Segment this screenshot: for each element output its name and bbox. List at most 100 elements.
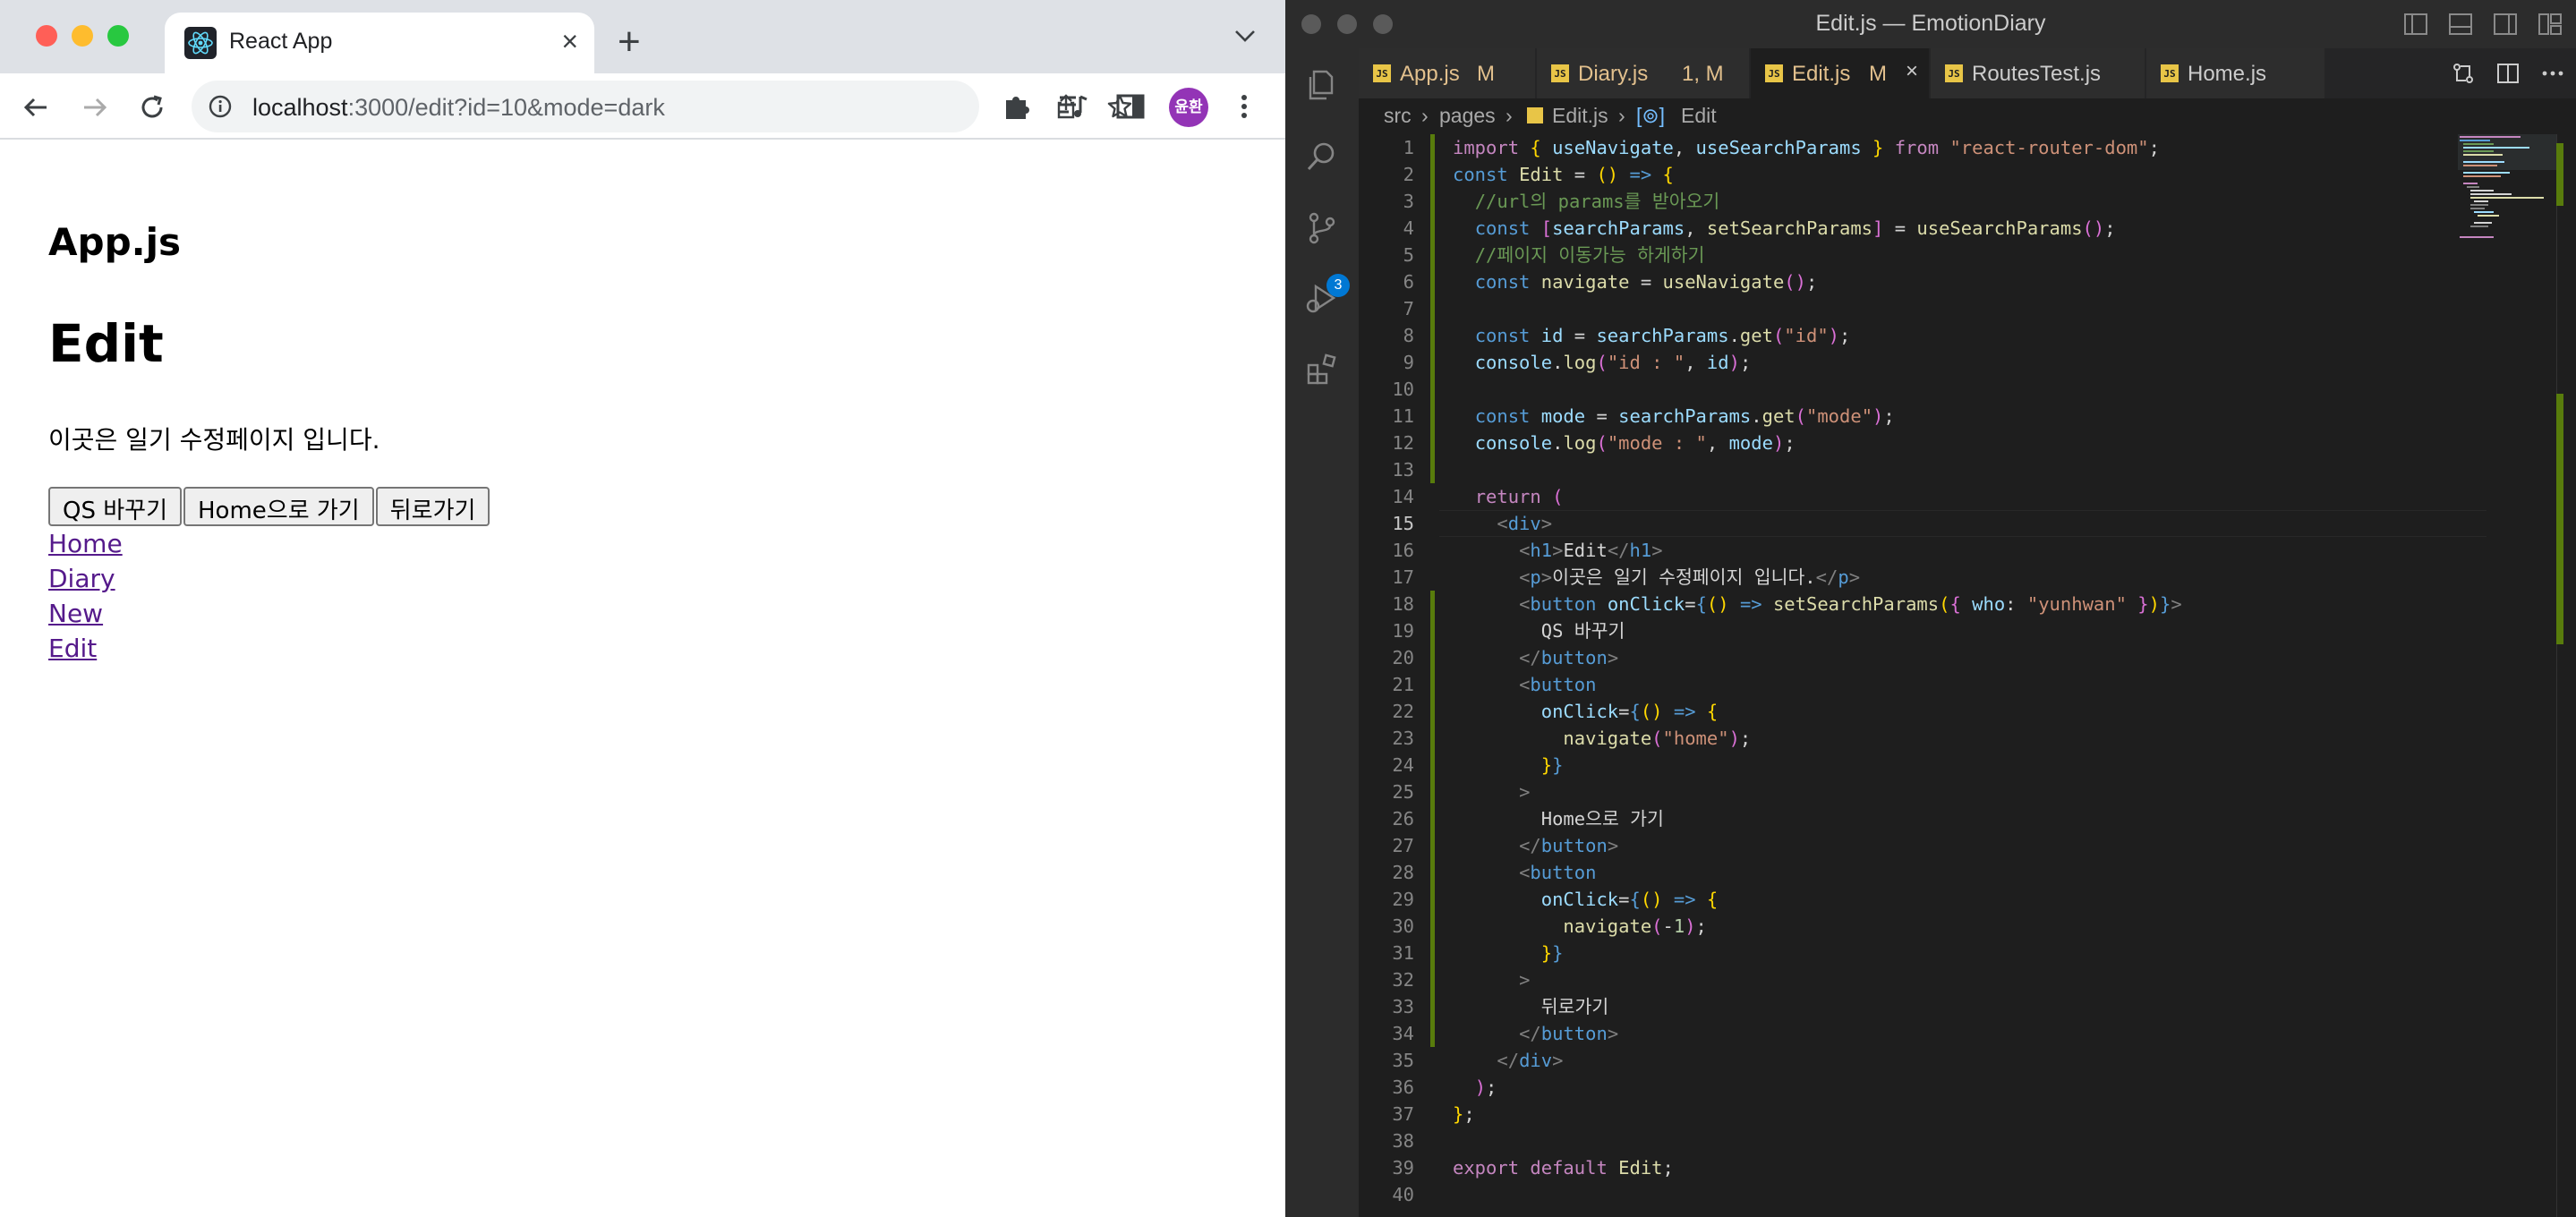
code-line: 16 <h1>Edit</h1> [1392, 540, 1663, 561]
code-line: 30 navigate(-1); [1359, 913, 2522, 940]
explorer-icon[interactable] [1303, 66, 1341, 104]
kebab-menu-icon[interactable] [1235, 89, 1253, 123]
puzzle-icon[interactable] [1001, 89, 1035, 123]
breadcrumb-symbol[interactable]: Edit [1681, 104, 1717, 128]
js-file-icon: JS [1551, 64, 1569, 82]
editor-tabs: JS App.js M JS Diary.js 1, M JS Edit.js … [1359, 48, 2576, 98]
window-title: Edit.js — EmotionDiary [1815, 11, 2046, 36]
page-content: App.js Edit 이곳은 일기 수정페이지 입니다. QS 바꾸기 Hom… [0, 140, 1285, 1217]
chevron-down-icon[interactable] [1233, 27, 1257, 45]
code-line: 26 Home으로 가기 [1359, 805, 2522, 832]
media-control-icon[interactable] [1056, 89, 1090, 123]
code-line: 35 </div> [1392, 1050, 1564, 1071]
activity-bar: 3 [1285, 48, 1359, 1217]
search-icon[interactable] [1303, 138, 1341, 175]
code-line: 20 </button> [1359, 644, 2522, 671]
code-line: 10 [1359, 376, 2522, 403]
back-arrow-icon[interactable] [18, 89, 54, 125]
code-line: 23 navigate("home"); [1359, 725, 2522, 752]
go-home-button[interactable]: Home으로 가기 [183, 487, 374, 526]
close-tab-icon[interactable]: × [561, 23, 578, 59]
code-line: 33 뒤로가기 [1359, 993, 2522, 1020]
editor-scrollbar[interactable] [2556, 134, 2569, 1217]
toggle-secondary-sidebar-icon[interactable] [2492, 11, 2519, 38]
code-line: 34 </button> [1359, 1020, 2522, 1047]
breadcrumb-file[interactable]: Edit.js [1552, 104, 1608, 128]
run-debug-icon[interactable] [1303, 279, 1341, 317]
maximize-window-button[interactable] [107, 25, 129, 47]
code-line: 1 import { useNavigate, useSearchParams }… [1359, 134, 2522, 161]
tab-app-js[interactable]: JS App.js M [1359, 48, 1536, 98]
tab-routestest-js[interactable]: JS RoutesTest.js [1931, 48, 2145, 98]
tab-diary-js[interactable]: JS Diary.js 1, M [1537, 48, 1750, 98]
code-line: 13 [1359, 456, 2522, 483]
source-control-icon[interactable] [1303, 209, 1341, 247]
browser-window: React App × + localhost:3000/edit?id=10&… [0, 0, 1285, 1217]
page-title: Edit [48, 313, 164, 374]
code-line: 19 QS 바꾸기 [1359, 617, 2522, 644]
go-back-button[interactable]: 뒤로가기 [375, 487, 490, 526]
minimap[interactable] [2458, 134, 2556, 242]
breadcrumb: src › pages › Edit.js › [⊚] Edit [1359, 98, 2576, 134]
js-file-icon: JS [1373, 64, 1391, 82]
chevron-right-icon: › [1618, 104, 1625, 127]
open-changes-icon[interactable] [2451, 61, 2476, 86]
new-tab-icon[interactable]: + [618, 20, 641, 64]
breadcrumb-src[interactable]: src [1384, 104, 1412, 128]
code-line: 12 console.log("mode : ", mode); [1359, 430, 2522, 456]
minimize-window-button[interactable] [72, 25, 93, 47]
code-line: 27 </button> [1359, 832, 2522, 859]
code-line: 40 [1392, 1184, 1414, 1205]
code-line: 21 <button [1359, 671, 2522, 698]
layout-controls [2402, 11, 2563, 38]
js-file-icon: JS [2161, 64, 2179, 82]
react-icon [184, 27, 217, 59]
scrollbar-change-marker [2556, 394, 2563, 644]
close-window-button[interactable] [36, 25, 57, 47]
customize-layout-icon[interactable] [2537, 11, 2563, 38]
address-bar[interactable]: localhost:3000/edit?id=10&mode=dark [192, 81, 1132, 132]
extensions-icon[interactable] [1303, 351, 1341, 388]
code-line: 8 const id = searchParams.get("id"); [1359, 322, 2522, 349]
split-editor-icon[interactable] [2495, 61, 2521, 86]
info-icon[interactable] [208, 94, 233, 119]
code-line: 25 > [1359, 779, 2522, 805]
link-edit[interactable]: Edit [48, 631, 123, 666]
js-file-icon [1527, 107, 1543, 123]
breadcrumb-pages[interactable]: pages [1439, 104, 1496, 128]
avatar[interactable]: 윤환 [1169, 88, 1208, 127]
symbol-icon: [⊚] [1636, 104, 1666, 127]
code-line: 36 ); [1392, 1077, 1497, 1098]
reload-icon[interactable] [134, 89, 170, 125]
code-editor[interactable]: 1 import { useNavigate, useSearchParams }… [1359, 134, 2576, 1217]
code-line: 5 //페이지 이동가능 하게하기 [1359, 242, 2522, 268]
nav-links: Home Diary New Edit [48, 526, 123, 666]
code-line: 31 }} [1359, 940, 2522, 966]
code-line: 15 <div> [1392, 513, 1553, 534]
link-new[interactable]: New [48, 596, 123, 631]
app-heading: App.js [48, 220, 181, 264]
code-line: 7 [1359, 295, 2522, 322]
close-tab-icon[interactable]: × [1906, 59, 1918, 84]
vscode-titlebar: Edit.js — EmotionDiary [1285, 0, 2576, 48]
tab-edit-js[interactable]: JS Edit.js M × [1751, 48, 1930, 98]
more-actions-icon[interactable] [2540, 61, 2565, 86]
code-line: 9 console.log("id : ", id); [1359, 349, 2522, 376]
js-file-icon: JS [1765, 64, 1783, 82]
browser-tab[interactable]: React App × [165, 13, 594, 73]
change-qs-button[interactable]: QS 바꾸기 [48, 487, 182, 526]
link-home[interactable]: Home [48, 526, 123, 561]
code-line: 22 onClick={() => { [1359, 698, 2522, 725]
toggle-primary-sidebar-icon[interactable] [2402, 11, 2429, 38]
toggle-panel-icon[interactable] [2447, 11, 2474, 38]
forward-arrow-icon[interactable] [77, 89, 113, 125]
code-line: 39 export default Edit; [1392, 1157, 1674, 1179]
editor-actions [2451, 61, 2565, 86]
tab-home-js[interactable]: JS Home.js [2146, 48, 2325, 98]
browser-tab-title: React App [229, 29, 333, 54]
url-text[interactable]: localhost:3000/edit?id=10&mode=dark [252, 94, 665, 122]
side-panel-icon[interactable] [1113, 89, 1147, 123]
link-diary[interactable]: Diary [48, 561, 123, 596]
code-line: 6 const navigate = useNavigate(); [1359, 268, 2522, 295]
browser-tabstrip: React App × + [0, 0, 1285, 73]
